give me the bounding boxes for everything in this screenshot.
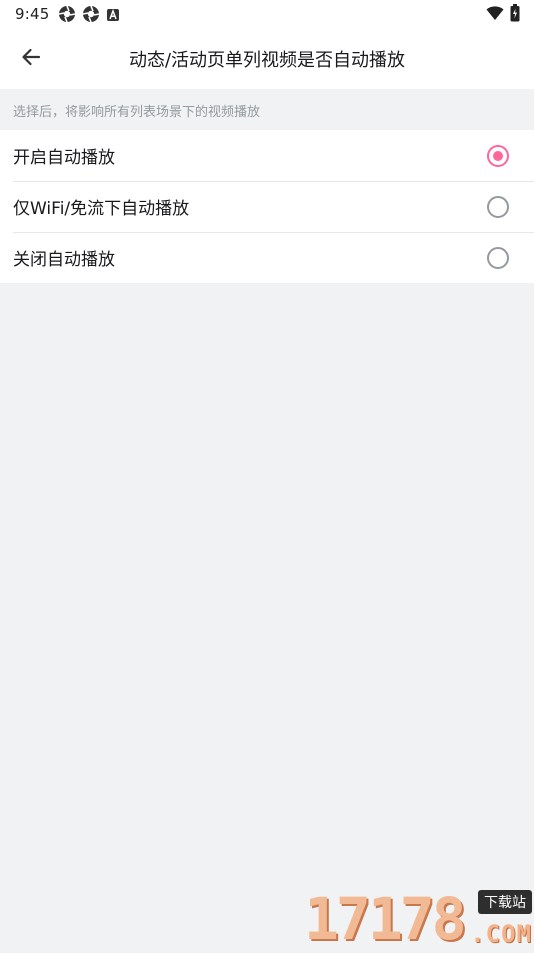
status-icons-left [58,5,120,27]
option-autoplay-on[interactable]: 开启自动播放 [0,130,534,181]
a-notification-icon [106,7,120,26]
aperture-icon [58,5,76,27]
aperture-icon [82,5,100,27]
radio-unselected-icon[interactable] [487,246,509,269]
back-button[interactable] [14,42,48,76]
page-title: 动态/活动页单列视频是否自动播放 [128,50,406,71]
battery-icon [510,4,520,26]
watermark-logo: 17178 下载站 .COM [304,888,534,950]
autoplay-options-list: 开启自动播放 仅WiFi/免流下自动播放 关闭自动播放 [0,130,534,283]
option-autoplay-off[interactable]: 关闭自动播放 [0,232,534,283]
arrow-left-icon [20,46,42,72]
status-icons-right [486,4,520,26]
radio-selected-icon[interactable] [487,144,509,167]
watermark-digits: 17178 [304,885,467,953]
hint-text: 选择后，将影响所有列表场景下的视频播放 [13,105,261,120]
status-bar: 9:45 [0,0,534,28]
option-label: 仅WiFi/免流下自动播放 [13,199,190,219]
option-label: 关闭自动播放 [13,250,115,270]
header: 动态/活动页单列视频是否自动播放 [0,28,534,89]
option-autoplay-wifi-only[interactable]: 仅WiFi/免流下自动播放 [0,181,534,232]
watermark-badge: 下载站 [478,890,532,914]
radio-unselected-icon[interactable] [487,195,509,218]
option-label: 开启自动播放 [13,148,115,168]
status-time: 9:45 [15,5,50,23]
hint-bar: 选择后，将影响所有列表场景下的视频播放 [0,89,534,130]
watermark-suffix: .COM [470,920,532,948]
wifi-icon [486,5,504,25]
